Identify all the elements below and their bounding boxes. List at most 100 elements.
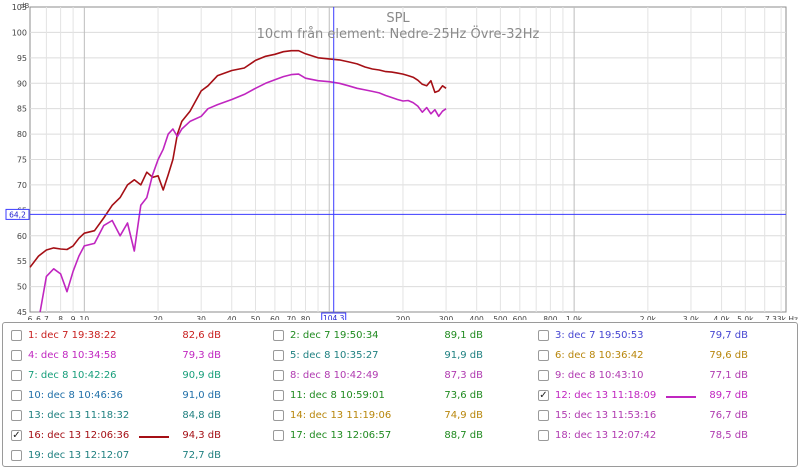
legend-checkbox-7[interactable] [11,370,22,381]
x-tick-label: 7,33k Hz [765,315,798,320]
legend-checkbox-16[interactable]: ✓ [11,430,22,441]
legend-item-16[interactable]: ✓ 16: dec 13 12:06:36 94,3 dB [11,427,246,445]
y-tick-label: 95 [17,54,27,63]
legend-label: 9: dec 8 10:43:10 [555,370,644,381]
legend-item-15[interactable]: 15: dec 13 11:53:16 76,7 dB [538,407,773,425]
legend-item-10[interactable]: 10: dec 8 10:46:36 91,0 dB [11,387,246,405]
x-tick-label: 7 [44,315,49,320]
x-tick-label: 9 [71,315,76,320]
legend-item-18[interactable]: 18: dec 13 12:07:42 78,5 dB [538,427,773,445]
legend-item-12[interactable]: ✓ 12: dec 13 11:18:09 89,7 dB [538,387,773,405]
x-tick-label: 50 [251,315,261,320]
y-tick-label: 45 [17,308,27,317]
legend-checkbox-12[interactable]: ✓ [538,390,549,401]
x-tick-label: 800 [543,315,558,320]
legend-label: 3: dec 7 19:50:53 [555,330,644,341]
legend-checkbox-6[interactable] [538,350,549,361]
x-tick-label: 60 [270,315,280,320]
x-tick-label: 80 [301,315,311,320]
x-tick-label: 400 [470,315,485,320]
chart-subtitle: 10cm från element: Nedre-25Hz Övre-32Hz [257,25,540,42]
y-tick-label: 60 [17,232,27,241]
y-axis-ticks: 4550556065707580859095100105 [12,3,27,317]
legend-value: 79,3 dB [182,350,221,361]
legend-item-8[interactable]: 8: dec 8 10:42:49 87,3 dB [273,367,508,385]
legend-checkbox-1[interactable] [11,330,22,341]
legend-checkbox-19[interactable] [11,450,22,461]
legend-label: 14: dec 13 11:19:06 [290,410,392,421]
legend-label: 13: dec 13 11:18:32 [28,410,130,421]
legend-checkbox-10[interactable] [11,390,22,401]
x-tick-label: 70 [287,315,297,320]
cursor-y-readout: 64,2 [9,210,26,219]
legend-value: 79,6 dB [709,350,748,361]
legend-label: 1: dec 7 19:38:22 [28,330,117,341]
legend-label: 5: dec 8 10:35:27 [290,350,379,361]
legend-label: 7: dec 8 10:42:26 [28,370,117,381]
cursor-x-readout: 104,3 [323,314,345,320]
legend-item-7[interactable]: 7: dec 8 10:42:26 90,9 dB [11,367,246,385]
legend-checkbox-2[interactable] [273,330,284,341]
legend-checkbox-5[interactable] [273,350,284,361]
legend-label: 12: dec 13 11:18:09 [555,390,657,401]
legend-swatch [139,436,169,438]
legend-item-11[interactable]: 11: dec 8 10:59:01 73,6 dB [273,387,508,405]
legend-item-1[interactable]: 1: dec 7 19:38:22 82,6 dB [11,327,246,345]
x-tick-label: 30 [196,315,206,320]
legend-item-5[interactable]: 5: dec 8 10:35:27 91,9 dB [273,347,508,365]
legend-label: 16: dec 13 12:06:36 [28,430,130,441]
legend-item-19[interactable]: 19: dec 13 12:12:07 72,7 dB [11,447,246,465]
x-tick-label: 200 [396,315,411,320]
x-tick-label: 4,0k [713,315,730,320]
legend-label: 11: dec 8 10:59:01 [290,390,385,401]
legend-value: 94,3 dB [182,430,221,441]
legend-checkbox-18[interactable] [538,430,549,441]
y-tick-label: 75 [17,156,27,165]
legend-label: 17: dec 13 12:06:57 [290,430,392,441]
y-tick-label: 70 [17,181,27,190]
x-tick-label: 2,0k [640,315,657,320]
legend-item-14[interactable]: 14: dec 13 11:19:06 74,9 dB [273,407,508,425]
spl-chart[interactable]: 4550556065707580859095100105 66789102030… [0,0,800,320]
legend-value: 91,9 dB [444,350,483,361]
legend-item-4[interactable]: 4: dec 8 10:34:58 79,3 dB [11,347,246,365]
legend-item-13[interactable]: 13: dec 13 11:18:32 84,8 dB [11,407,246,425]
legend-checkbox-3[interactable] [538,330,549,341]
y-tick-label: 80 [17,130,27,139]
legend-label: 6: dec 8 10:36:42 [555,350,644,361]
x-tick-label: 40 [227,315,237,320]
legend-value: 74,9 dB [444,410,483,421]
legend-value: 87,3 dB [444,370,483,381]
x-tick-label: 1,0k [566,315,583,320]
x-axis-ticks: 6678910203040506070801002003004005006008… [28,315,798,320]
legend-item-9[interactable]: 9: dec 8 10:43:10 77,1 dB [538,367,773,385]
y-tick-label: 85 [17,105,27,114]
y-tick-label: 50 [17,283,27,292]
y-axis-unit: dB [20,2,29,10]
legend-item-3[interactable]: 3: dec 7 19:50:53 79,7 dB [538,327,773,345]
legend-item-17[interactable]: 17: dec 13 12:06:57 88,7 dB [273,427,508,445]
legend-value: 90,9 dB [182,370,221,381]
x-tick-label: 600 [513,315,528,320]
legend-checkbox-17[interactable] [273,430,284,441]
legend-value: 89,1 dB [444,330,483,341]
legend-label: 10: dec 8 10:46:36 [28,390,123,401]
legend-label: 15: dec 13 11:53:16 [555,410,657,421]
legend-checkbox-11[interactable] [273,390,284,401]
legend-checkbox-4[interactable] [11,350,22,361]
legend-checkbox-13[interactable] [11,410,22,421]
legend-item-6[interactable]: 6: dec 8 10:36:42 79,6 dB [538,347,773,365]
legend-value: 76,7 dB [709,410,748,421]
legend-checkbox-9[interactable] [538,370,549,381]
y-tick-label: 100 [12,28,27,37]
legend-checkbox-14[interactable] [273,410,284,421]
legend-item-2[interactable]: 2: dec 7 19:50:34 89,1 dB [273,327,508,345]
legend-label: 18: dec 13 12:07:42 [555,430,657,441]
y-tick-label: 55 [17,257,27,266]
legend-checkbox-15[interactable] [538,410,549,421]
legend-value: 78,5 dB [709,430,748,441]
legend-checkbox-8[interactable] [273,370,284,381]
legend-value: 82,6 dB [182,330,221,341]
legend-value: 72,7 dB [182,450,221,461]
legend-value: 88,7 dB [444,430,483,441]
